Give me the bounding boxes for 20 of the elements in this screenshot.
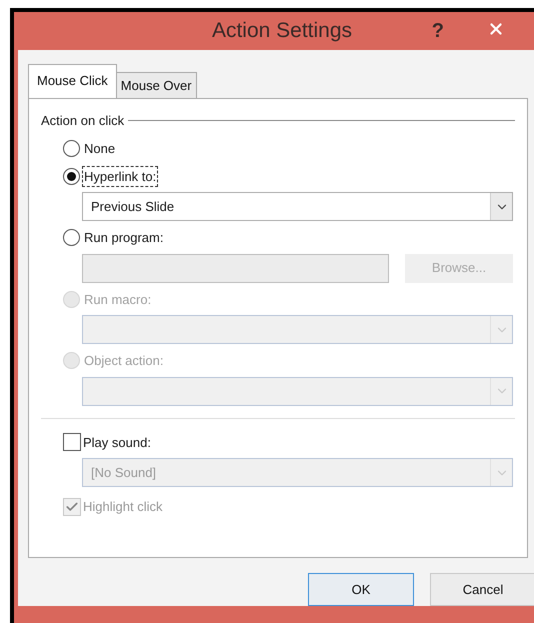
radio-label: Run macro: [83,290,152,308]
radio-button[interactable] [63,140,80,158]
dialog-button[interactable]: Cancel [430,573,534,606]
dialog-button[interactable]: OK [308,573,414,606]
tab[interactable]: Mouse Click [28,64,117,98]
dropdown[interactable]: Previous Slide [82,192,513,221]
radio-label: Run program: [83,229,164,247]
radio-button[interactable] [63,168,80,185]
help-button[interactable]: ? [424,16,452,46]
radio-button[interactable] [63,229,80,246]
checkbox-label: Play sound: [83,434,151,452]
checkbox[interactable] [63,433,81,452]
radio-label: None [83,140,116,158]
tab[interactable]: Mouse Over [116,72,197,98]
group-title: Action on click [41,112,124,130]
radio-label: Hyperlink to: [82,166,158,187]
checkbox-label: Highlight click [83,498,162,516]
check-icon [65,500,79,514]
radio-label: Object action: [83,352,164,370]
window-title: Action Settings [212,18,352,44]
